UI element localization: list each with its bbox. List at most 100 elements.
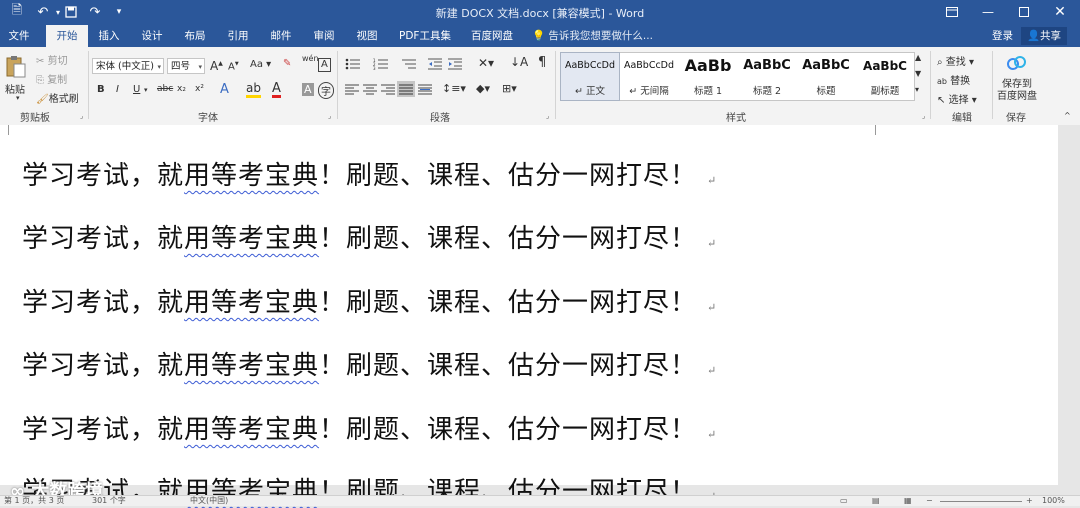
format-painter-button[interactable]: 🖌格式刷 [36, 90, 79, 105]
document-paragraph[interactable]: 学习考试，就用等考宝典！刷题、课程、估分一网打尽！↵ [22, 282, 717, 319]
strikethrough-button[interactable]: abc [157, 84, 173, 94]
character-shading-button[interactable]: A [302, 83, 314, 96]
save-to-baidu-button[interactable]: 保存到 百度网盘 [995, 79, 1039, 103]
document-area: 学习考试，就用等考宝典！刷题、课程、估分一网打尽！ ↵ 学习考试，就用等考宝典！刷… [0, 125, 1080, 507]
styles-group-label: 样式 [726, 113, 746, 124]
enclose-characters-button[interactable]: 字 [318, 82, 334, 99]
style-heading-2[interactable]: AaBbC 标题 2 [738, 53, 796, 100]
maximize-button[interactable] [1012, 2, 1036, 22]
tell-me-search[interactable]: 💡 告诉我您想要做什么... [532, 25, 653, 47]
styles-gallery: AaBbCcDd ↵ 正文 AaBbCcDd ↵ 无间隔 AaBb 标题 1 A… [560, 52, 915, 101]
login-link[interactable]: 登录 [992, 25, 1013, 47]
italic-button[interactable]: I [116, 84, 119, 95]
crop-mark [875, 125, 886, 135]
ribbon-display-options-icon[interactable] [940, 2, 964, 22]
show-formatting-marks-icon[interactable]: ¶ [538, 55, 546, 70]
baidu-cloud-icon[interactable] [1005, 53, 1029, 73]
style-no-spacing[interactable]: AaBbCcDd ↵ 无间隔 [620, 53, 678, 100]
styles-launcher-icon[interactable]: ⌟ [922, 112, 925, 120]
styles-more-icon[interactable]: ▾ [915, 85, 919, 94]
shrink-font-icon[interactable]: A▼ [228, 61, 239, 72]
document-page[interactable]: 学习考试，就用等考宝典！刷题、课程、估分一网打尽！ ↵ 学习考试，就用等考宝典！刷… [0, 125, 1058, 507]
underline-button[interactable]: U [133, 84, 140, 95]
paste-icon[interactable] [4, 53, 28, 81]
select-button[interactable]: ↖ 选择 ▾ [937, 91, 977, 106]
share-button[interactable]: 👤共享 [1021, 27, 1067, 45]
tab-pdf-tools[interactable]: PDF工具集 [395, 25, 455, 47]
grammar-check-underline[interactable]: 用等考宝典 [184, 161, 319, 191]
grow-font-icon[interactable]: A▲ [210, 59, 223, 73]
align-right-icon[interactable] [380, 82, 396, 96]
copy-button[interactable]: ⎘ 复制 [36, 71, 67, 86]
line-spacing-icon[interactable]: ↕≡▾ [442, 82, 466, 95]
close-button[interactable]: ✕ [1048, 2, 1072, 22]
tab-design[interactable]: 设计 [137, 25, 167, 47]
find-button[interactable]: ⌕ 查找 ▾ [937, 53, 974, 68]
text-effects-button[interactable]: A [220, 82, 229, 97]
grammar-check-underline[interactable]: 用等考宝典 [184, 415, 319, 445]
tab-references[interactable]: 引用 [223, 25, 253, 47]
multilevel-list-icon[interactable] [400, 56, 418, 72]
collapse-ribbon-icon[interactable]: ^ [1064, 111, 1071, 120]
tab-review[interactable]: 审阅 [309, 25, 339, 47]
document-paragraph[interactable]: 学习考试，就用等考宝典！刷题、课程、估分一网打尽！↵ [22, 409, 717, 446]
grammar-check-underline[interactable]: 用等考宝典 [184, 351, 319, 381]
style-normal[interactable]: AaBbCcDd ↵ 正文 [560, 52, 620, 101]
justify-icon[interactable] [397, 81, 415, 97]
tab-home[interactable]: 开始 [46, 25, 88, 47]
replace-button[interactable]: ab 替换 [937, 72, 970, 87]
styles-scroll-up-icon[interactable]: ▲ [915, 53, 921, 62]
grammar-check-underline[interactable]: 用等考宝典 [184, 288, 319, 318]
paragraph-mark: ↵ [707, 237, 718, 250]
tab-file[interactable]: 文件 [4, 25, 34, 47]
subscript-button[interactable]: x₂ [177, 84, 186, 94]
numbering-icon[interactable]: 123 [372, 56, 390, 72]
minimize-button[interactable]: — [976, 2, 1000, 22]
font-size-combo[interactable]: 四号 ▾ [167, 58, 205, 74]
document-paragraph[interactable]: 学习考试，就用等考宝典！刷题、课程、估分一网打尽！↵ [22, 155, 717, 192]
clipboard-launcher-icon[interactable]: ⌟ [80, 112, 83, 120]
style-subtitle[interactable]: AaBbC 副标题 [856, 53, 914, 100]
underline-dropdown-icon[interactable]: ▾ [144, 86, 148, 94]
font-color-button[interactable]: A [272, 82, 281, 98]
font-name-combo[interactable]: 宋体 (中文正) ▾ [92, 58, 164, 74]
tab-insert[interactable]: 插入 [94, 25, 124, 47]
clear-formatting-icon[interactable]: ✎ [283, 58, 291, 69]
bullets-icon[interactable] [344, 56, 362, 72]
paragraph-launcher-icon[interactable]: ⌟ [546, 112, 549, 120]
increase-indent-icon[interactable] [448, 56, 462, 72]
shading-icon[interactable]: ◆▾ [476, 82, 490, 95]
crop-mark [0, 125, 9, 135]
tab-baidu-netdisk[interactable]: 百度网盘 [466, 25, 518, 47]
document-paragraph[interactable]: 学习考试，就用等考宝典！刷题、课程、估分一网打尽！↵ [22, 218, 717, 255]
phonetic-guide-button[interactable]: wén [302, 54, 319, 63]
style-heading-1[interactable]: AaBb 标题 1 [679, 53, 737, 100]
character-border-button[interactable]: A [318, 58, 331, 72]
align-left-icon[interactable] [344, 82, 360, 96]
bold-button[interactable]: B [97, 84, 105, 95]
asian-layout-icon[interactable]: ✕▾ [478, 56, 494, 70]
document-paragraph[interactable]: 学习考试，就用等考宝典！刷题、课程、估分一网打尽！↵ [22, 345, 717, 382]
tab-mailings[interactable]: 邮件 [266, 25, 296, 47]
style-title[interactable]: AaBbC 标题 [797, 53, 855, 100]
borders-icon[interactable]: ⊞▾ [502, 82, 517, 95]
align-center-icon[interactable] [362, 82, 378, 96]
tab-layout[interactable]: 布局 [180, 25, 210, 47]
cut-button[interactable]: ✂ 剪切 [36, 52, 68, 67]
styles-scroll-down-icon[interactable]: ▼ [915, 69, 921, 78]
chevron-down-icon: ▾ [198, 63, 202, 71]
tab-view[interactable]: 视图 [352, 25, 382, 47]
paste-dropdown-icon[interactable]: ▾ [16, 94, 20, 102]
distributed-icon[interactable] [417, 82, 433, 96]
sort-icon[interactable]: ↓A [510, 55, 528, 69]
superscript-button[interactable]: x² [195, 84, 204, 94]
font-launcher-icon[interactable]: ⌟ [328, 112, 331, 120]
vertical-scrollbar[interactable] [1058, 125, 1080, 495]
decrease-indent-icon[interactable] [428, 56, 442, 72]
change-case-button[interactable]: Aa ▾ [250, 59, 271, 70]
grammar-check-underline[interactable]: 用等考宝典 [184, 224, 319, 254]
zoom-slider[interactable] [940, 501, 1022, 502]
highlight-color-icon[interactable]: ab [246, 82, 261, 98]
ribbon-tabs: 文件 开始 插入 设计 布局 引用 邮件 审阅 视图 PDF工具集 百度网盘 💡… [0, 25, 1080, 47]
paste-button-label[interactable]: 粘贴 [5, 81, 25, 96]
